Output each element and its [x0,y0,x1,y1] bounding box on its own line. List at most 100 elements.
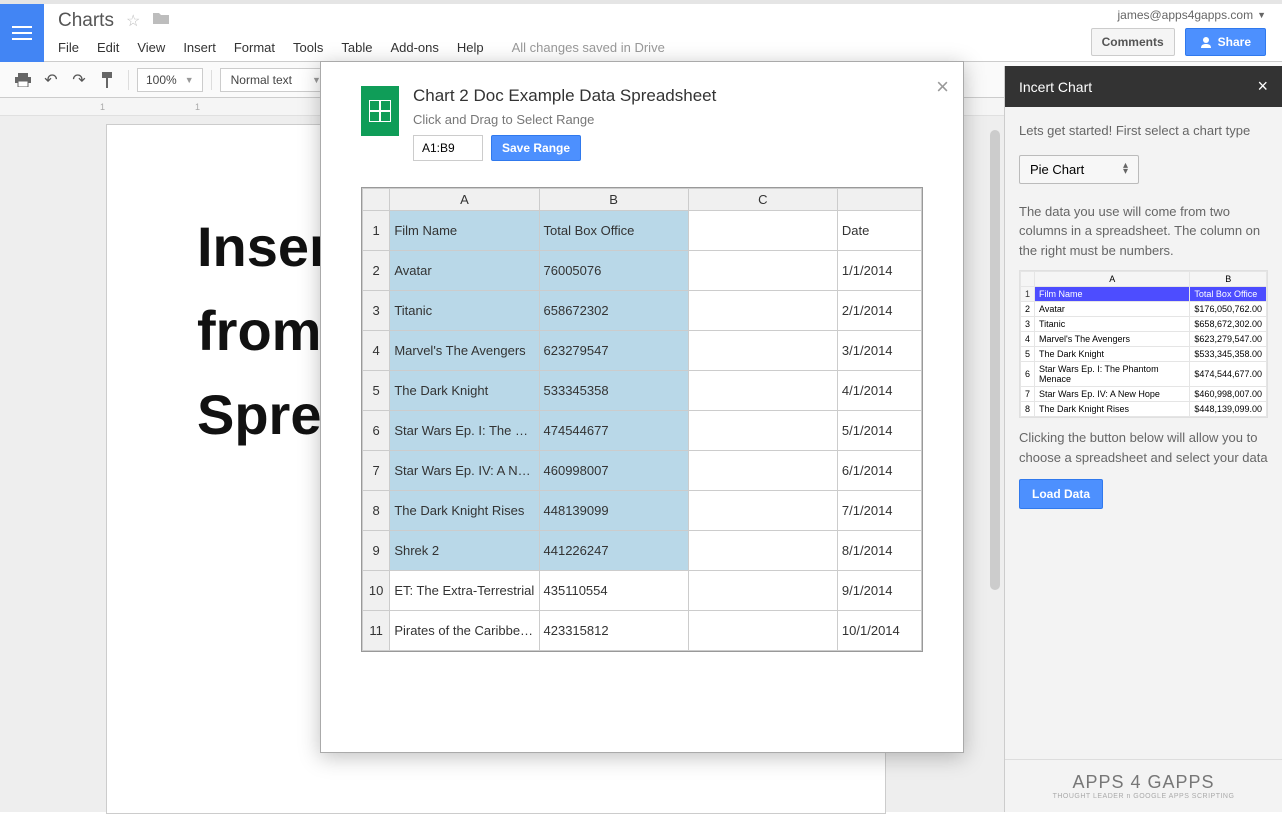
account-dropdown-icon[interactable]: ▼ [1257,10,1266,20]
cell[interactable] [688,531,837,571]
cell[interactable] [688,491,837,531]
share-button[interactable]: Share [1185,28,1266,56]
menu-file[interactable]: File [58,40,79,55]
row-number[interactable]: 10 [363,571,390,611]
docs-logo[interactable] [0,4,44,62]
row-number[interactable]: 8 [363,491,390,531]
table-row[interactable]: 10ET: The Extra-Terrestrial435110554 9/1/… [363,571,922,611]
cell[interactable] [688,331,837,371]
cell[interactable]: 9/1/2014 [837,571,921,611]
spreadsheet-grid[interactable]: A B C 1Film NameTotal Box OfficeDate2Ava… [361,187,923,652]
cell[interactable] [688,371,837,411]
cell[interactable]: 474544677 [539,411,688,451]
cell[interactable]: 448139099 [539,491,688,531]
row-number[interactable]: 2 [363,251,390,291]
col-header[interactable]: A [390,189,539,211]
zoom-selector[interactable]: 100% ▼ [137,68,203,92]
account-email[interactable]: james@apps4gapps.com [1117,8,1253,22]
row-number[interactable]: 6 [363,411,390,451]
cell[interactable]: 533345358 [539,371,688,411]
close-icon[interactable]: × [1257,76,1268,97]
row-number[interactable]: 11 [363,611,390,651]
load-data-button[interactable]: Load Data [1019,479,1103,509]
print-icon[interactable] [10,67,36,93]
cell[interactable]: 2/1/2014 [837,291,921,331]
cell[interactable]: Pirates of the Caribbea… [390,611,539,651]
cell[interactable]: 423315812 [539,611,688,651]
chart-type-select[interactable]: Pie Chart ▴▾ [1019,155,1139,184]
row-number[interactable]: 5 [363,371,390,411]
row-number[interactable]: 4 [363,331,390,371]
row-number[interactable]: 7 [363,451,390,491]
cell[interactable] [688,451,837,491]
cell[interactable] [688,291,837,331]
table-row[interactable]: 8The Dark Knight Rises448139099 7/1/2014 [363,491,922,531]
row-number[interactable]: 1 [363,211,390,251]
cell[interactable]: Total Box Office [539,211,688,251]
table-row[interactable]: 2Avatar76005076 1/1/2014 [363,251,922,291]
folder-icon[interactable] [152,11,170,31]
menu-addons[interactable]: Add-ons [390,40,438,55]
document-title[interactable]: Charts [58,10,114,32]
table-row[interactable]: 5The Dark Knight533345358 4/1/2014 [363,371,922,411]
cell[interactable]: 1/1/2014 [837,251,921,291]
col-header[interactable] [837,189,921,211]
cell[interactable]: Star Wars Ep. I: The P… [390,411,539,451]
table-row[interactable]: 6Star Wars Ep. I: The P…474544677 5/1/201… [363,411,922,451]
cell[interactable]: Avatar [390,251,539,291]
redo-icon[interactable]: ↷ [66,67,92,93]
cell[interactable]: 435110554 [539,571,688,611]
row-number[interactable]: 3 [363,291,390,331]
menu-view[interactable]: View [137,40,165,55]
menu-table[interactable]: Table [341,40,372,55]
cell[interactable] [688,251,837,291]
menu-insert[interactable]: Insert [183,40,216,55]
col-header[interactable]: B [539,189,688,211]
cell[interactable]: Titanic [390,291,539,331]
cell[interactable]: 7/1/2014 [837,491,921,531]
table-row[interactable]: 9Shrek 2441226247 8/1/2014 [363,531,922,571]
cell[interactable]: 6/1/2014 [837,451,921,491]
row-number[interactable]: 9 [363,531,390,571]
style-selector[interactable]: Normal text ▼ [220,68,332,92]
cell[interactable]: ET: The Extra-Terrestrial [390,571,539,611]
cell[interactable] [688,211,837,251]
comments-button[interactable]: Comments [1091,28,1175,56]
table-row[interactable]: 11Pirates of the Caribbea…423315812 10/1/… [363,611,922,651]
cell[interactable]: Date [837,211,921,251]
cell[interactable]: 76005076 [539,251,688,291]
paint-format-icon[interactable] [94,67,120,93]
cell[interactable]: Film Name [390,211,539,251]
cell[interactable]: 441226247 [539,531,688,571]
cell[interactable]: 10/1/2014 [837,611,921,651]
col-header[interactable]: C [688,189,837,211]
cell[interactable]: Shrek 2 [390,531,539,571]
menu-help[interactable]: Help [457,40,484,55]
cell[interactable]: 460998007 [539,451,688,491]
close-icon[interactable]: × [936,74,949,100]
table-row[interactable]: 4Marvel's The Avengers623279547 3/1/2014 [363,331,922,371]
scrollbar-thumb[interactable] [990,130,1000,590]
table-row[interactable]: 7Star Wars Ep. IV: A Ne…460998007 6/1/201… [363,451,922,491]
cell[interactable]: 623279547 [539,331,688,371]
undo-icon[interactable]: ↶ [38,67,64,93]
star-icon[interactable]: ☆ [126,11,140,31]
cell[interactable]: 3/1/2014 [837,331,921,371]
cell[interactable]: The Dark Knight Rises [390,491,539,531]
menu-tools[interactable]: Tools [293,40,323,55]
cell[interactable] [688,571,837,611]
table-row[interactable]: 3Titanic658672302 2/1/2014 [363,291,922,331]
cell[interactable]: 4/1/2014 [837,371,921,411]
table-row[interactable]: 1Film NameTotal Box Office Date [363,211,922,251]
menu-format[interactable]: Format [234,40,275,55]
cell[interactable]: The Dark Knight [390,371,539,411]
cell[interactable]: 658672302 [539,291,688,331]
cell[interactable] [688,411,837,451]
save-range-button[interactable]: Save Range [491,135,581,161]
cell[interactable]: Marvel's The Avengers [390,331,539,371]
cell[interactable]: 8/1/2014 [837,531,921,571]
cell[interactable]: 5/1/2014 [837,411,921,451]
menu-edit[interactable]: Edit [97,40,119,55]
cell[interactable]: Star Wars Ep. IV: A Ne… [390,451,539,491]
range-input[interactable] [413,135,483,161]
